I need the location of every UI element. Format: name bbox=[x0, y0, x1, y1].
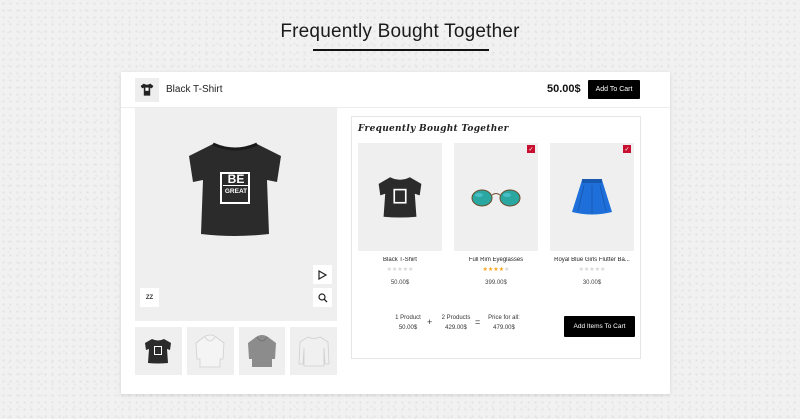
fbt-product-rating: ★★★★★ bbox=[550, 267, 634, 273]
thumbnail-white-sweatshirt[interactable] bbox=[290, 327, 337, 375]
summary-two-label: 2 Products bbox=[441, 315, 471, 321]
sticky-add-to-cart-bar: Black T-Shirt 50.00$ Add To Cart bbox=[121, 72, 670, 108]
fbt-product-price: 399.00$ bbox=[485, 280, 507, 286]
fbt-product-name[interactable]: Full Rim Eyeglasses bbox=[454, 257, 538, 263]
brand-badge[interactable]: ZZ bbox=[140, 288, 159, 307]
fbt-product-price: 30.00$ bbox=[582, 280, 602, 286]
fbt-product-name[interactable]: Black T-Shirt bbox=[358, 257, 442, 263]
fbt-product-name[interactable]: Royal Blue Girls Flutter Ba... bbox=[550, 257, 634, 263]
fbt-product-3: ✓ Royal Blue Girls Flutter Ba... ★★★★★ 3… bbox=[550, 143, 634, 286]
topbar-thumbnail[interactable] bbox=[135, 78, 159, 102]
black-tshirt-thumb-image bbox=[145, 339, 172, 364]
fbt-product-rating: ★★★★★ bbox=[358, 267, 442, 273]
thumbnail-strip bbox=[135, 327, 337, 375]
product-card: Black T-Shirt 50.00$ Add To Cart BE GREA… bbox=[121, 72, 670, 394]
thumbnail-grey-hoodie[interactable] bbox=[238, 327, 286, 375]
eyeglasses-image bbox=[471, 189, 521, 207]
zoom-button[interactable] bbox=[313, 288, 332, 307]
fbt-product-checkbox[interactable]: ✓ bbox=[623, 145, 631, 153]
title-underline bbox=[313, 49, 489, 51]
main-product-image[interactable]: BE GREAT ZZ bbox=[135, 108, 337, 321]
add-items-to-cart-button[interactable]: Add Items To Cart bbox=[564, 316, 635, 337]
frequently-bought-together-panel: Frequently Bought Together Black T-Shirt… bbox=[351, 116, 641, 359]
play-icon bbox=[318, 269, 327, 280]
summary-two-price: 429.00$ bbox=[445, 325, 467, 331]
fbt-product-image[interactable] bbox=[358, 143, 442, 251]
star-empty-icon: ★ bbox=[504, 267, 510, 273]
equals-sign: = bbox=[475, 317, 481, 327]
summary-total: Price for all: 479.00$ bbox=[484, 313, 524, 333]
fbt-product-checkbox[interactable]: ✓ bbox=[527, 145, 535, 153]
grey-hoodie-image bbox=[247, 335, 276, 367]
shirt-print: BE GREAT bbox=[223, 172, 249, 197]
search-icon bbox=[317, 292, 327, 302]
fbt-product-2: ✓ Full Rim Eyeglasses ★★★★★ 399.00$ bbox=[454, 143, 538, 286]
fbt-product-rating: ★★★★★ bbox=[454, 267, 538, 273]
summary-total-label: Price for all: bbox=[488, 315, 520, 321]
fbt-heading: Frequently Bought Together bbox=[358, 124, 509, 134]
white-sweatshirt-image bbox=[298, 336, 330, 367]
shirt-print-line-1: BE bbox=[227, 172, 245, 186]
fbt-product-1: Black T-Shirt ★★★★★ 50.00$ bbox=[358, 143, 442, 286]
summary-total-price: 479.00$ bbox=[493, 325, 515, 331]
topbar-product-name: Black T-Shirt bbox=[166, 84, 223, 95]
fbt-product-price: 50.00$ bbox=[390, 280, 410, 286]
tshirt-icon bbox=[140, 83, 154, 96]
thumbnail-white-hoodie[interactable] bbox=[186, 327, 234, 375]
page-title: Frequently Bought Together bbox=[280, 21, 520, 42]
blue-skirt-image bbox=[572, 179, 612, 215]
summary-two-products: 2 Products 429.00$ bbox=[436, 313, 476, 333]
fbt-product-image[interactable]: ✓ bbox=[454, 143, 538, 251]
add-to-cart-button[interactable]: Add To Cart bbox=[588, 80, 640, 99]
shirt-print-line-2: GREAT bbox=[223, 185, 249, 197]
topbar-price: 50.00$ bbox=[547, 83, 581, 95]
plus-sign: + bbox=[427, 317, 433, 327]
thumbnail-black-tshirt[interactable] bbox=[135, 327, 182, 375]
summary-one-price: 50.00$ bbox=[398, 325, 418, 331]
white-hoodie-image bbox=[195, 334, 225, 368]
play-video-button[interactable] bbox=[313, 265, 332, 284]
black-tshirt-image bbox=[378, 177, 422, 218]
fbt-product-image[interactable]: ✓ bbox=[550, 143, 634, 251]
summary-one-label: 1 Product bbox=[395, 315, 421, 321]
star-empty-icon: ★ bbox=[600, 267, 606, 273]
star-empty-icon: ★ bbox=[408, 267, 414, 273]
summary-one-product: 1 Product 50.00$ bbox=[390, 313, 426, 333]
